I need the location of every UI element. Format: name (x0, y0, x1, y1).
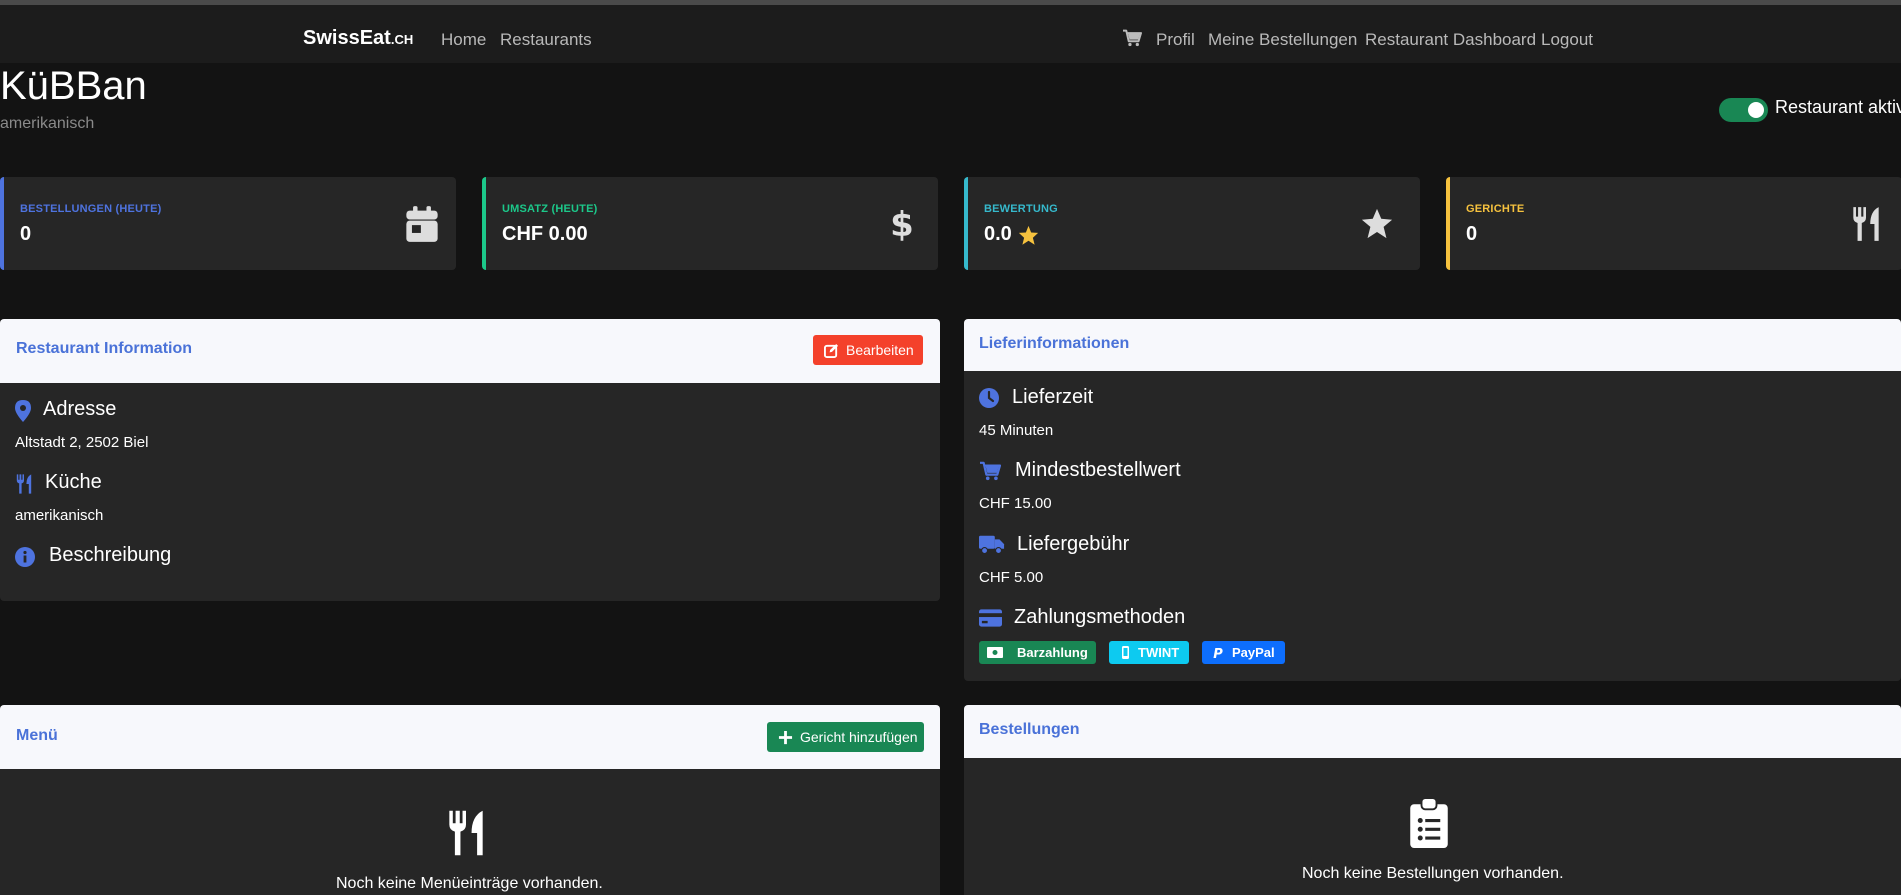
restaurant-active-label: Restaurant aktiv (1775, 97, 1901, 117)
orders-empty-message: Noch keine Bestellungen vorhanden. (1302, 865, 1564, 882)
payment-badge-paypal: P PayPal (1202, 641, 1285, 664)
orders-card: Bestellungen Noch keine Bestellungen vor… (964, 705, 1901, 895)
address-title: Adresse (43, 398, 117, 420)
nav-profil-link[interactable]: Profil (1156, 30, 1195, 50)
min-order-title: Mindestbestellwert (1015, 459, 1181, 481)
navbar: SwissEat.CH Home Restaurants Profil Mein… (0, 5, 1901, 63)
info-circle-icon (15, 547, 35, 567)
stat-value: 0.0 (984, 223, 1012, 245)
clipboard-list-icon (1410, 798, 1448, 848)
stat-label: GERICHTE (1466, 203, 1525, 215)
edit-button[interactable]: Bearbeiten (813, 335, 923, 365)
credit-card-icon (979, 609, 1002, 627)
card-header: Menü Gericht hinzufügen (0, 705, 940, 769)
card-header: Bestellungen (964, 705, 1901, 758)
utensils-icon (449, 810, 483, 856)
min-order-value: CHF 15.00 (979, 495, 1052, 512)
stat-label: UMSATZ (HEUTE) (502, 203, 598, 215)
card-header: Lieferinformationen (964, 319, 1901, 371)
map-marker-icon (15, 400, 31, 422)
edit-icon (824, 343, 839, 358)
shopping-cart-icon[interactable] (1122, 29, 1142, 47)
svg-text:P: P (1213, 647, 1223, 659)
payment-badge-cash: Barzahlung (979, 641, 1096, 664)
delivery-info-card: Lieferinformationen Lieferzeit 45 Minute… (964, 319, 1901, 681)
star-icon (1361, 208, 1393, 239)
restaurant-cuisine-subtitle: amerikanisch (0, 115, 95, 132)
plus-icon (778, 730, 793, 745)
dollar-icon: $ (890, 205, 914, 243)
delivery-fee-title: Liefergebühr (1017, 533, 1130, 555)
clock-icon (979, 388, 999, 408)
nav-home-link[interactable]: Home (441, 30, 486, 50)
paypal-icon: P (1213, 647, 1223, 659)
mobile-icon (1122, 646, 1129, 659)
card-title: Menü (16, 727, 58, 744)
kitchen-value: amerikanisch (15, 507, 104, 524)
calendar-icon (406, 206, 438, 242)
brand-logo[interactable]: SwissEat.CH (303, 27, 413, 50)
card-title: Lieferinformationen (979, 335, 1130, 352)
menu-empty-message: Noch keine Menüeinträge vorhanden. (336, 875, 603, 892)
card-title: Bestellungen (979, 721, 1080, 738)
delivery-fee-value: CHF 5.00 (979, 569, 1044, 586)
stat-value: CHF 0.00 (502, 223, 588, 245)
delivery-time-value: 45 Minuten (979, 422, 1054, 439)
shopping-cart-icon (980, 461, 1001, 481)
card-header: Restaurant Information Bearbeiten (0, 319, 940, 383)
card-title: Restaurant Information (16, 340, 193, 357)
nav-dashboard-link[interactable]: Restaurant Dashboard (1365, 30, 1536, 50)
delivery-time-title: Lieferzeit (1012, 386, 1094, 408)
address-value: Altstadt 2, 2502 Biel (15, 434, 149, 451)
stat-card-orders: BESTELLUNGEN (HEUTE) 0 (0, 177, 456, 270)
cash-icon (987, 647, 1003, 658)
kitchen-title: Küche (45, 471, 102, 493)
utensils-icon (16, 474, 32, 494)
payment-badge-twint: TWINT (1109, 641, 1189, 664)
nav-restaurants-link[interactable]: Restaurants (500, 30, 592, 50)
stat-label: BEWERTUNG (984, 203, 1058, 215)
stat-value: 0 (1466, 223, 1478, 245)
nav-logout-link[interactable]: Logout (1541, 30, 1593, 50)
menu-card: Menü Gericht hinzufügen Noch keine Menüe… (0, 705, 940, 895)
stat-card-dishes: GERICHTE 0 (1446, 177, 1901, 270)
svg-text:$: $ (890, 205, 914, 243)
utensils-icon (1853, 207, 1879, 241)
restaurant-active-toggle[interactable] (1719, 98, 1768, 122)
nav-bestellungen-link[interactable]: Meine Bestellungen (1208, 30, 1357, 50)
stat-label: BESTELLUNGEN (HEUTE) (20, 203, 162, 215)
stat-card-rating: BEWERTUNG 0.0 (964, 177, 1420, 270)
stat-value: 0 (20, 223, 32, 245)
restaurant-info-card: Restaurant Information Bearbeiten Adress… (0, 319, 940, 601)
rating-star-icon (1018, 225, 1039, 245)
description-title: Beschreibung (49, 544, 172, 566)
payment-methods-title: Zahlungsmethoden (1014, 606, 1186, 628)
stat-card-revenue: UMSATZ (HEUTE) CHF 0.00 $ (482, 177, 938, 270)
truck-icon (979, 535, 1005, 555)
restaurant-name: KüBBan (0, 64, 147, 108)
add-dish-button[interactable]: Gericht hinzufügen (767, 722, 924, 752)
